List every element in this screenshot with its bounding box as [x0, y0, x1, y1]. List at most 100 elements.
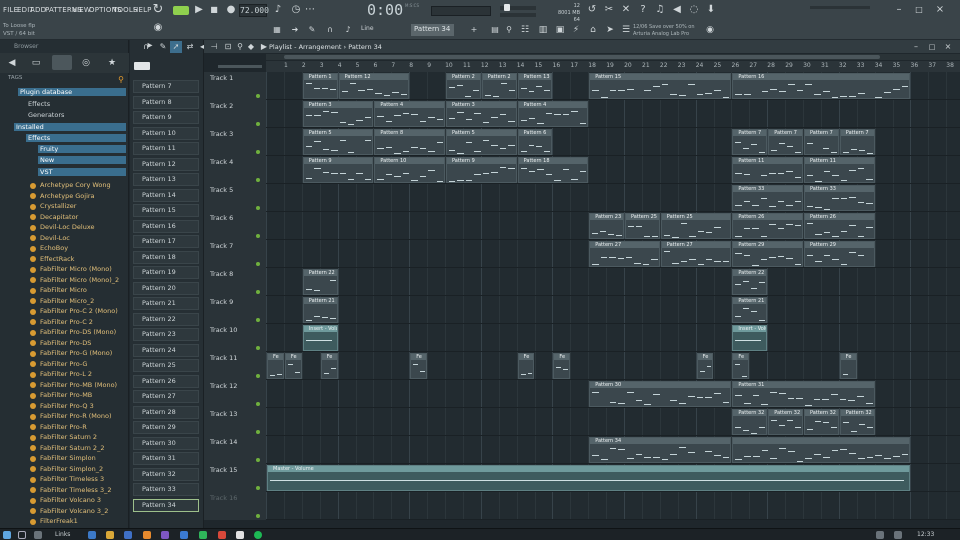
step-icon[interactable]: ♪ [342, 24, 354, 36]
picker-item[interactable]: Pattern 29 [133, 421, 199, 434]
pattern-clip[interactable]: Fe [267, 353, 284, 379]
pattern-clip[interactable]: Pattern 34 [589, 437, 732, 463]
plugin-item[interactable]: EffectRack [40, 255, 74, 263]
track-name[interactable]: Track 13 [210, 410, 237, 418]
timeline-ruler[interactable]: 1 2 3 4 5 6 7 8 9 10 11 12 13 14 15 16 17 18 19 20 21 22 23 24 2… [266, 61, 960, 72]
picker-item[interactable]: Pattern 14 [133, 188, 199, 202]
mixer-icon[interactable]: ☷ [519, 24, 531, 36]
plugin-item[interactable]: FabFilter Pro-DS (Mono) [40, 328, 116, 336]
pattern-clip[interactable]: Pattern 3 [302, 101, 374, 127]
zoom-slider[interactable] [218, 65, 262, 68]
track-active-dot[interactable] [256, 346, 260, 350]
pattern-clip[interactable]: Pattern 29 [732, 241, 803, 267]
plugin-item[interactable]: Devil-Loc [40, 234, 70, 242]
draw-tool-icon[interactable]: ✎ [157, 41, 169, 53]
app-discord-icon[interactable] [161, 531, 169, 539]
plugin-item[interactable]: EchoBoy [40, 244, 68, 252]
close-icon[interactable]: × [934, 4, 946, 16]
download-icon[interactable]: ⬇ [705, 4, 717, 16]
plugin-filter-button[interactable] [52, 55, 72, 70]
plugin-item[interactable]: FabFilter Pro-Q 3 [40, 402, 94, 410]
tray-wifi-icon[interactable] [876, 531, 884, 539]
pattern-clip[interactable]: Pattern 13 [517, 73, 553, 99]
plugin-item[interactable]: FabFilter Pro-R [40, 423, 87, 431]
track-active-dot[interactable] [256, 178, 260, 182]
track-active-dot[interactable] [256, 458, 260, 462]
track-active-dot[interactable] [256, 150, 260, 154]
plugin-item[interactable]: FabFilter Pro-C 2 (Mono) [40, 307, 118, 315]
playlist-magnet-icon[interactable]: ∩ [140, 41, 152, 53]
track-active-dot[interactable] [256, 94, 260, 98]
tree-item[interactable]: New [38, 156, 126, 164]
tree-item[interactable]: Effects [26, 100, 126, 108]
track-name[interactable]: Track 5 [210, 186, 233, 194]
tray-network-icon[interactable] [858, 531, 866, 539]
slip-tool-icon[interactable]: ⇄ [184, 41, 196, 53]
plugin-item[interactable]: FabFilter Pro-MB [40, 391, 92, 399]
plugin-item[interactable]: FabFilter Pro-R (Mono) [40, 412, 112, 420]
undo-icon[interactable]: ↺ [586, 4, 598, 16]
piano-roll-icon[interactable]: ▣ [554, 24, 566, 36]
star-icon[interactable]: ★ [106, 57, 118, 69]
countdown-icon[interactable]: ⋯ [304, 4, 316, 16]
pattern-clip[interactable]: Pattern 21 [302, 297, 338, 323]
plugin-item[interactable]: Archetype Cory Wong [40, 181, 111, 189]
plugin-icon[interactable]: ⚡ [570, 24, 582, 36]
automation-clip[interactable]: Insert - Volume [302, 325, 338, 351]
pattern-clip[interactable]: Pattern 25 [625, 213, 660, 239]
pattern-clip[interactable]: Pattern 26 [732, 213, 803, 239]
picker-item[interactable]: Pattern 16 [133, 219, 199, 233]
select-tool-icon[interactable]: ➚ [170, 41, 182, 53]
track-active-dot[interactable] [256, 318, 260, 322]
pattern-clip[interactable]: Pattern 4 [517, 101, 589, 127]
touch-icon[interactable]: ☰ [620, 24, 632, 36]
pattern-clip[interactable]: Pattern 32 [804, 409, 839, 435]
pattern-clip[interactable]: Pattern 7 [732, 129, 768, 155]
plugin-item[interactable]: FabFilter Volcano 3 [40, 496, 101, 504]
arrangement-grid[interactable]: Pattern 1 Pattern 12 Pattern 2 Pattern 2 Pat… [266, 72, 960, 520]
pattern-clip[interactable]: Pattern 15 [589, 73, 732, 99]
plugin-item[interactable]: FabFilter Pro-C 2 [40, 318, 93, 326]
track-active-dot[interactable] [256, 262, 260, 266]
track-name[interactable]: Track 15 [210, 466, 237, 474]
pattern-clip[interactable]: Pattern 27 [660, 241, 732, 267]
track-name[interactable]: Track 2 [210, 102, 233, 110]
pencil-icon[interactable]: ✎ [306, 24, 318, 36]
pattern-clip[interactable]: Pattern 11 [732, 157, 803, 183]
tree-item[interactable]: VST [38, 168, 126, 176]
zoom-tool-icon[interactable]: ⊡ [222, 41, 234, 53]
pattern-clip[interactable]: Pattern 9 [302, 157, 374, 183]
picker-item[interactable]: Pattern 12 [133, 157, 199, 171]
track-active-dot[interactable] [256, 374, 260, 378]
track-active-dot[interactable] [256, 122, 260, 126]
channel-rack-icon[interactable]: ▥ [537, 24, 549, 36]
browser-icon[interactable]: ⌂ [587, 24, 599, 36]
record-mode-icon[interactable]: ▤ [489, 24, 501, 36]
app-explorer-icon[interactable] [106, 531, 114, 539]
pl-close-icon[interactable]: × [942, 41, 954, 53]
minimize-icon[interactable]: – [893, 4, 905, 16]
tree-item[interactable]: Generators [26, 111, 126, 119]
picker-piano-icon[interactable] [134, 62, 150, 70]
tree-item[interactable]: Installed [14, 123, 126, 131]
search-icon[interactable]: ⚲ [115, 74, 127, 86]
pattern-clip[interactable]: Fe [732, 353, 750, 379]
picker-item[interactable]: Pattern 19 [133, 266, 199, 279]
pattern-clip[interactable]: Pattern 7 [768, 129, 803, 155]
plugin-item[interactable]: FabFilter Saturn 2_2 [40, 444, 104, 452]
snap-magnet-icon[interactable]: ∩ [324, 24, 336, 36]
automation-clip[interactable]: Insert - Volume [732, 325, 768, 351]
app-settings-icon[interactable] [236, 531, 244, 539]
track-name[interactable]: Track 7 [210, 242, 233, 250]
online-icon[interactable]: ◉ [704, 24, 716, 36]
app-store-icon[interactable] [124, 531, 132, 539]
picker-item[interactable]: Pattern 9 [133, 111, 199, 124]
plugin-item[interactable]: FabFilter Micro_2 [40, 297, 94, 305]
track-active-dot[interactable] [256, 234, 260, 238]
play-tool-icon[interactable]: ◆ [245, 41, 257, 53]
back-icon[interactable]: ◀ [6, 57, 18, 69]
scrollbar-thumb[interactable] [284, 55, 880, 59]
taskbar-links[interactable]: Links [55, 531, 70, 538]
slice-tool-icon[interactable]: ⊣ [208, 41, 220, 53]
pattern-clip[interactable]: Pattern 5 [446, 129, 517, 155]
